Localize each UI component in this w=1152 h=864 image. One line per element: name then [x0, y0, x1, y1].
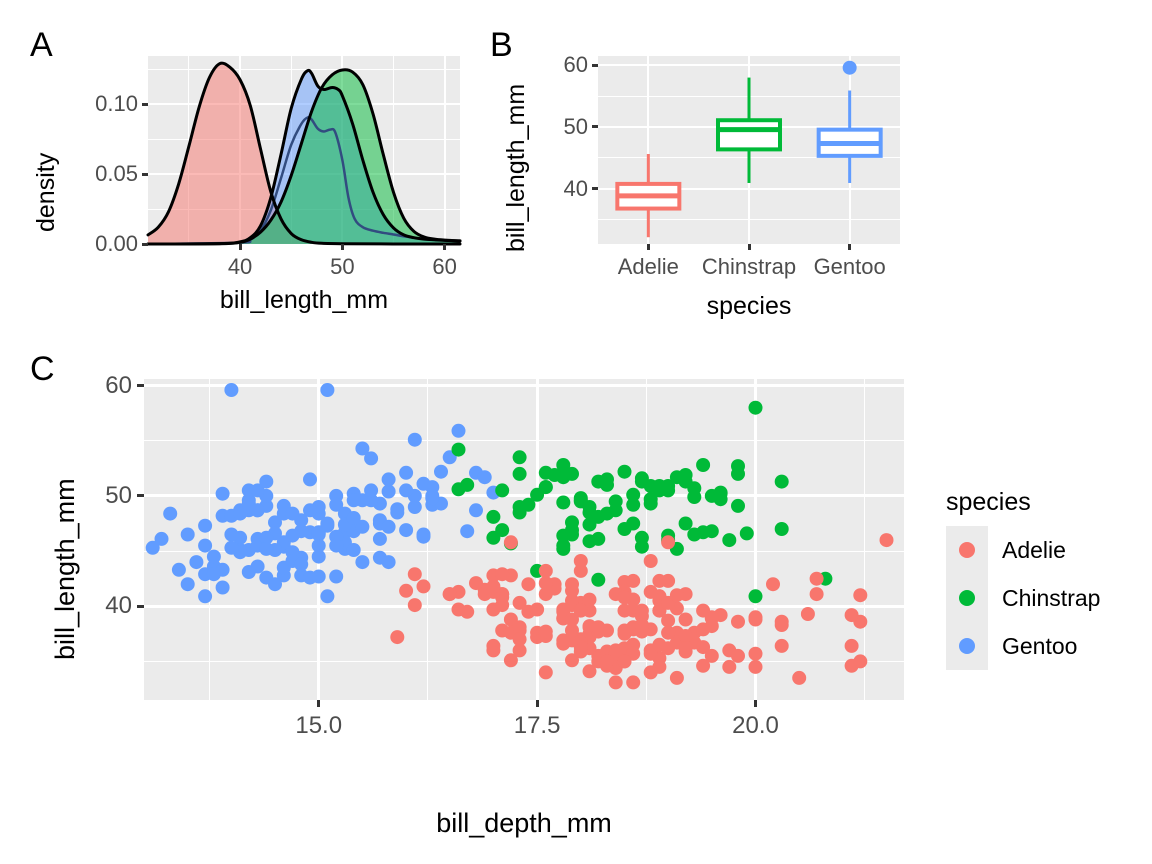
legend-dot-adelie[interactable] — [959, 542, 975, 558]
x-tick-label: 50 — [330, 254, 355, 279]
panel-a-y-axis-title: density — [32, 152, 60, 232]
y-tick-label: 40 — [105, 592, 132, 620]
y-tick-label: 0.05 — [95, 161, 138, 187]
y-tick-label: 50 — [105, 481, 132, 509]
panel-a-curves — [146, 61, 462, 246]
panel-b-boxes — [615, 60, 883, 238]
panel-a-density: A density bill_length_mm 0.00 0.05 0.10 40 5… — [0, 0, 480, 330]
panel-c-scatter: C bill_length_mm bill_depth_mm 40 50 60 15.… — [0, 330, 1152, 864]
legend-dot-gentoo[interactable] — [959, 638, 975, 654]
panel-c-y-axis-title: bill_length_mm — [50, 478, 80, 660]
y-tick-mark — [137, 494, 144, 498]
x-tick-label-gentoo: Gentoo — [813, 254, 886, 279]
y-tick-label: 60 — [563, 52, 588, 78]
x-tick-label: 15.0 — [295, 712, 343, 739]
y-tick-mark — [137, 384, 144, 388]
legend-label-adelie[interactable]: Adelie — [1002, 539, 1066, 562]
y-tick-label: 0.10 — [95, 91, 138, 117]
x-tick-mark — [443, 244, 447, 250]
x-tick-label: 60 — [432, 254, 457, 279]
x-tick-mark — [747, 244, 751, 250]
y-tick-label: 40 — [563, 175, 588, 201]
y-tick-label: 60 — [105, 371, 132, 399]
panel-a-x-axis-title: bill_length_mm — [219, 286, 389, 314]
scatter-series-adelie — [390, 533, 894, 690]
x-tick-mark — [317, 700, 321, 707]
y-tick-mark — [592, 125, 598, 129]
y-tick-mark — [142, 102, 148, 106]
legend-title: species — [946, 488, 1031, 516]
scatter-series-gentoo — [145, 383, 501, 604]
y-tick-mark — [592, 187, 598, 191]
y-tick-mark — [137, 604, 144, 608]
panel-b-x-axis-title: species — [706, 292, 792, 320]
x-tick-mark — [238, 244, 242, 250]
panel-b-boxplot: B bill_length_mm species 40 50 60 Adelie Chi… — [480, 0, 960, 330]
x-tick-label: 40 — [227, 254, 253, 279]
y-tick-mark — [142, 242, 148, 246]
panel-c-x-axis-title: bill_depth_mm — [436, 808, 612, 838]
y-tick-label: 50 — [563, 113, 588, 139]
x-tick-label: 20.0 — [732, 712, 779, 739]
x-tick-mark — [340, 244, 344, 250]
panel-b-y-axis-title: bill_length_mm — [502, 83, 530, 252]
penguins-figure: A density bill_length_mm 0.00 0.05 0.10 40 5… — [0, 0, 1152, 864]
legend-label-gentoo[interactable]: Gentoo — [1002, 635, 1077, 658]
legend-label-chinstrap[interactable]: Chinstrap — [1002, 587, 1100, 610]
x-tick-mark — [753, 700, 757, 707]
x-tick-mark — [646, 244, 650, 250]
x-tick-mark — [848, 244, 852, 250]
x-tick-mark — [535, 700, 539, 707]
y-tick-mark — [592, 63, 598, 67]
x-tick-label: 17.5 — [513, 712, 561, 739]
y-tick-mark — [142, 172, 148, 176]
legend-dot-chinstrap[interactable] — [959, 590, 975, 606]
y-tick-label: 0.00 — [95, 231, 138, 256]
